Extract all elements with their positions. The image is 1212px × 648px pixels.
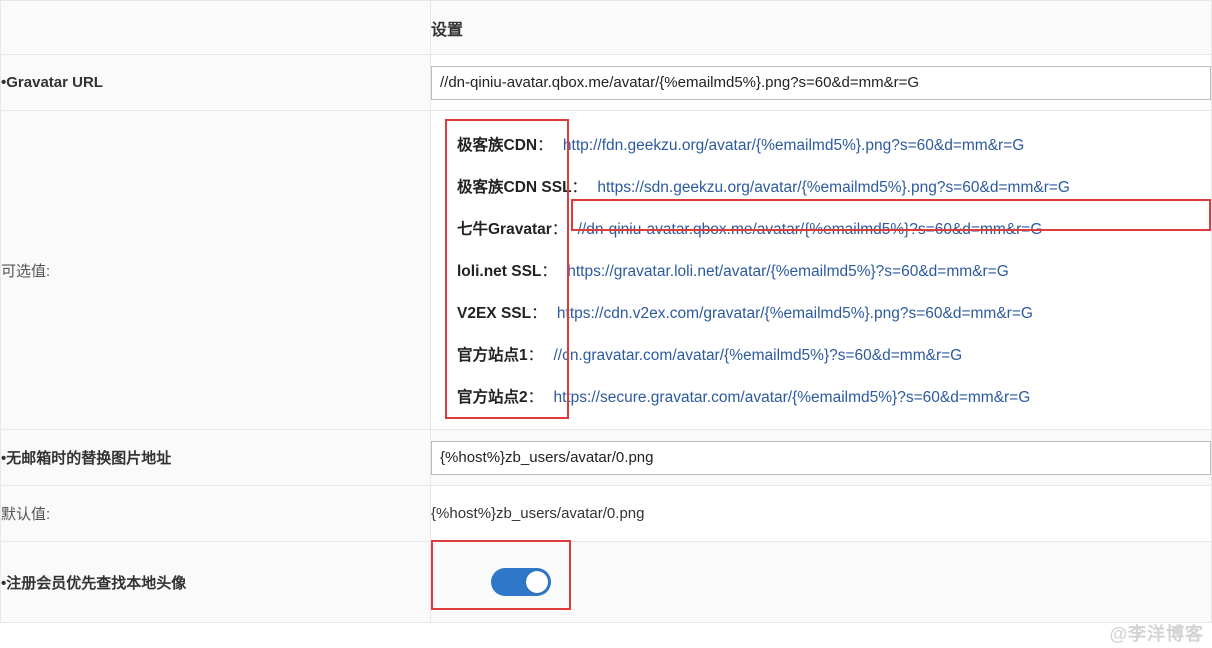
row-optional-values: 可选值: 极客族CDN： http://fdn.geekzu.org/avata…: [1, 111, 1212, 430]
toggle-wrap: [487, 564, 555, 600]
option-loli-net-ssl: loli.net SSL： https://gravatar.loli.net/…: [457, 259, 1211, 281]
option-link-official-2[interactable]: https://secure.gravatar.com/avatar/{%ema…: [553, 389, 1030, 406]
fallback-url-value-cell: [431, 430, 1212, 486]
option-label: V2EX SSL: [457, 305, 531, 322]
optional-values-cell: 极客族CDN： http://fdn.geekzu.org/avatar/{%e…: [431, 111, 1212, 430]
options-wrap: 极客族CDN： http://fdn.geekzu.org/avatar/{%e…: [431, 111, 1211, 429]
gravatar-url-input[interactable]: [431, 66, 1211, 100]
local-avatar-label: •注册会员优先查找本地头像: [1, 542, 431, 623]
option-official-1: 官方站点1： //cn.gravatar.com/avatar/{%emailm…: [457, 343, 1211, 365]
option-label: 极客族CDN: [457, 137, 537, 154]
option-qiniu-gravatar: 七牛Gravatar： //dn-qiniu-avatar.qbox.me/av…: [457, 217, 1211, 239]
option-label: loli.net SSL: [457, 263, 541, 280]
fallback-url-input[interactable]: [431, 441, 1211, 475]
option-geekzu-cdn-ssl: 极客族CDN SSL： https://sdn.geekzu.org/avata…: [457, 175, 1211, 197]
option-link-geekzu-cdn-ssl[interactable]: https://sdn.geekzu.org/avatar/{%emailmd5…: [597, 179, 1070, 196]
option-v2ex-ssl: V2EX SSL： https://cdn.v2ex.com/gravatar/…: [457, 301, 1211, 323]
local-avatar-toggle[interactable]: [491, 568, 551, 596]
option-geekzu-cdn: 极客族CDN： http://fdn.geekzu.org/avatar/{%e…: [457, 133, 1211, 155]
header-settings: 设置: [431, 1, 1212, 55]
row-local-avatar: •注册会员优先查找本地头像: [1, 542, 1212, 623]
settings-table: 设置 •Gravatar URL 可选值: 极客族CDN： http://fdn…: [0, 0, 1212, 623]
toggle-knob: [526, 571, 548, 593]
row-gravatar-url: •Gravatar URL: [1, 55, 1212, 111]
row-default-value: 默认值: {%host%}zb_users/avatar/0.png: [1, 486, 1212, 542]
default-value-label: 默认值:: [1, 486, 431, 542]
local-avatar-value-cell: [431, 542, 1212, 623]
watermark: @李洋博客: [1109, 620, 1204, 646]
option-label: 极客族CDN SSL: [457, 179, 572, 196]
gravatar-url-value-cell: [431, 55, 1212, 111]
option-label: 七牛Gravatar: [457, 221, 552, 238]
option-link-v2ex-ssl[interactable]: https://cdn.v2ex.com/gravatar/{%emailmd5…: [557, 305, 1033, 322]
table-header-row: 设置: [1, 1, 1212, 55]
option-label: 官方站点1: [457, 347, 528, 364]
option-link-official-1[interactable]: //cn.gravatar.com/avatar/{%emailmd5%}?s=…: [553, 347, 962, 364]
option-official-2: 官方站点2： https://secure.gravatar.com/avata…: [457, 385, 1211, 407]
option-label: 官方站点2: [457, 389, 528, 406]
default-value-text: {%host%}zb_users/avatar/0.png: [431, 486, 1212, 542]
option-link-qiniu-gravatar[interactable]: //dn-qiniu-avatar.qbox.me/avatar/{%email…: [578, 221, 1043, 238]
gravatar-url-label: •Gravatar URL: [1, 55, 431, 111]
row-fallback-url: •无邮箱时的替换图片地址: [1, 430, 1212, 486]
header-blank: [1, 1, 431, 55]
fallback-url-label: •无邮箱时的替换图片地址: [1, 430, 431, 486]
option-link-loli-net-ssl[interactable]: https://gravatar.loli.net/avatar/{%email…: [567, 263, 1009, 280]
optional-values-label: 可选值:: [1, 111, 431, 430]
option-link-geekzu-cdn[interactable]: http://fdn.geekzu.org/avatar/{%emailmd5%…: [563, 137, 1024, 154]
